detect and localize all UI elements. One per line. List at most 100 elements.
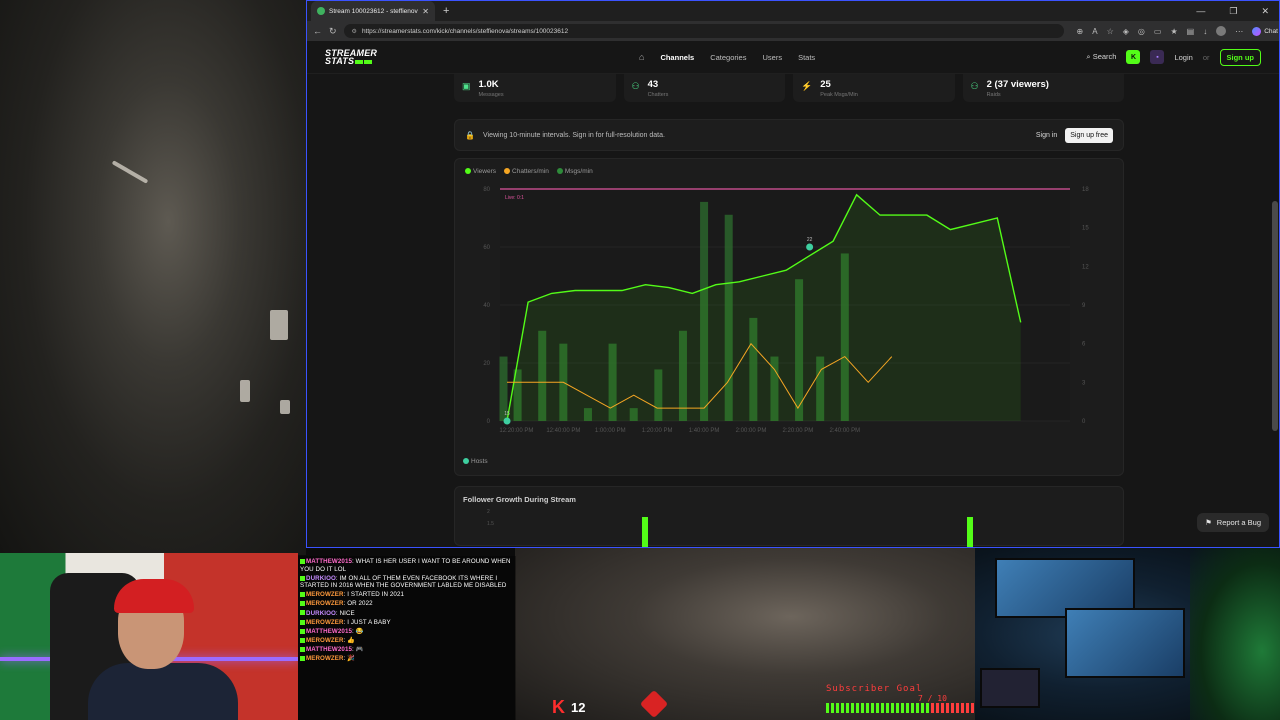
chat-message: MATTHEW2015: 🎮 xyxy=(300,646,514,654)
streamerstats-logo[interactable]: STREAMER STATS xyxy=(325,49,393,66)
chat-badge-icon xyxy=(300,601,305,607)
follower-bar xyxy=(967,517,973,547)
gameplay-feed-left xyxy=(0,0,306,555)
legend-item[interactable]: Chatters/min xyxy=(504,168,549,175)
y2-tick-label: 12 xyxy=(1082,264,1089,270)
y2-tick-label: 0 xyxy=(1082,419,1086,425)
browser-tab[interactable]: Stream 100023612 - steffienova - ✕ xyxy=(311,1,435,21)
browser-toolbar: ⊕ A ☆ ◈ ◎ ▭ ★ ▤ ↓ ⋯ Chat xyxy=(1077,26,1278,36)
lock-icon: 🔒 xyxy=(465,130,475,140)
maximize-icon[interactable]: ❐ xyxy=(1229,6,1237,17)
signup-button[interactable]: Sign up xyxy=(1219,48,1261,66)
x-tick-label: 1:40:00 PM xyxy=(689,428,720,434)
back-icon[interactable]: ← xyxy=(313,26,322,36)
chat-badge-icon xyxy=(300,637,305,643)
kick-platform-icon[interactable]: K xyxy=(1126,50,1141,64)
nav-users[interactable]: Users xyxy=(762,53,782,62)
twitch-platform-icon[interactable]: ▪ xyxy=(1150,50,1165,64)
follower-growth-card: Follower Growth During Stream 2 1.5 xyxy=(454,486,1124,547)
collections-icon[interactable]: ▤ xyxy=(1187,27,1195,36)
goal-segment xyxy=(896,703,899,713)
bolt-icon: ⚡ xyxy=(801,81,813,91)
copilot-chat-button[interactable]: Chat xyxy=(1252,26,1278,36)
chat-message: MEROWZER: OR 2022 xyxy=(300,600,514,608)
page-viewport: STREAMER STATS ⌂ Channels Categories Use… xyxy=(307,41,1279,547)
y2-tick-label: 15 xyxy=(1082,226,1089,232)
notice-signup-button[interactable]: Sign up free xyxy=(1065,127,1113,143)
chat-text: OR 2022 xyxy=(347,600,373,608)
subscriber-goal-bar xyxy=(826,703,974,713)
nav-channels[interactable]: Channels xyxy=(660,53,694,62)
y-tick-label: 0 xyxy=(487,419,491,425)
favorite-star-icon[interactable]: ☆ xyxy=(1107,27,1114,36)
profile-avatar[interactable] xyxy=(1216,26,1227,36)
close-window-icon[interactable]: ✕ xyxy=(1261,6,1269,17)
goal-segment xyxy=(971,703,974,713)
notice-signin-link[interactable]: Sign in xyxy=(1036,132,1057,139)
host-marker xyxy=(503,417,511,425)
chat-username: MEROWZER xyxy=(306,618,344,626)
legend-item[interactable]: Viewers xyxy=(465,168,496,175)
desk-camera xyxy=(975,548,1280,720)
browser-titlebar: Stream 100023612 - steffienova - ✕ + — ❐… xyxy=(307,1,1279,21)
y-tick-label: 80 xyxy=(483,187,490,193)
more-menu-icon[interactable]: ⋯ xyxy=(1235,27,1243,36)
search-button[interactable]: ⌕ Search xyxy=(1086,52,1116,62)
reload-icon[interactable]: ↻ xyxy=(329,26,337,37)
close-tab-icon[interactable]: ✕ xyxy=(422,7,429,16)
bug-icon: ⚑ xyxy=(1205,518,1212,527)
address-bar-row: ← ↻ ⚙ https://streamerstats.com/kick/cha… xyxy=(307,21,1279,41)
x-tick-label: 2:00:00 PM xyxy=(736,428,767,434)
chat-badge-icon xyxy=(300,558,305,564)
refresh-extension-icon[interactable]: ◎ xyxy=(1138,27,1145,36)
follower-bar xyxy=(642,517,648,547)
main-nav: ⌂ Channels Categories Users Stats xyxy=(639,52,815,62)
x-tick-label: 12:40:00 PM xyxy=(546,428,580,434)
chat-username: DURKIOO xyxy=(306,574,336,582)
x-tick-label: 2:40:00 PM xyxy=(829,428,860,434)
home-icon[interactable]: ⌂ xyxy=(639,52,644,62)
site-info-icon[interactable]: ⚙ xyxy=(352,28,357,35)
goal-segment xyxy=(951,703,954,713)
report-bug-button[interactable]: ⚑ Report a Bug xyxy=(1197,513,1269,532)
chat-message: DURKIOO: NICE xyxy=(300,610,514,618)
goal-segment xyxy=(866,703,869,713)
chat-badge-icon xyxy=(300,592,305,598)
read-aloud-icon[interactable]: A xyxy=(1092,27,1097,36)
y-tick-label: 20 xyxy=(483,361,490,367)
goal-segment xyxy=(911,703,914,713)
site-header: STREAMER STATS ⌂ Channels Categories Use… xyxy=(307,41,1279,74)
y2-tick-label: 6 xyxy=(1082,342,1086,348)
chat-badge-icon xyxy=(300,628,305,634)
nav-categories[interactable]: Categories xyxy=(710,53,746,62)
goal-segment xyxy=(956,703,959,713)
viewers-chart[interactable]: 0 20 40 60 80 0 3 6 9 12 15 18 12:20:00 PM 12:40:00 P… xyxy=(455,181,1123,439)
favorites-bar-icon[interactable]: ★ xyxy=(1170,27,1177,36)
minimize-icon[interactable]: — xyxy=(1196,6,1205,17)
zoom-icon[interactable]: ⊕ xyxy=(1077,27,1084,36)
downloads-icon[interactable]: ↓ xyxy=(1203,27,1207,36)
login-link[interactable]: Login xyxy=(1174,53,1192,62)
url-input[interactable]: ⚙ https://streamerstats.com/kick/channel… xyxy=(343,24,1064,38)
goal-segment xyxy=(826,703,829,713)
chat-badge-icon xyxy=(300,619,305,625)
goal-segment xyxy=(871,703,874,713)
chat-message: MEROWZER: 👍 xyxy=(300,637,514,645)
goal-segment xyxy=(881,703,884,713)
chat-username: MATTHEW2015 xyxy=(306,627,353,635)
chat-username: MATTHEW2015 xyxy=(306,645,353,653)
resolution-notice: 🔒 Viewing 10-minute intervals. Sign in f… xyxy=(454,119,1124,151)
legend-item[interactable]: Msgs/min xyxy=(556,168,593,175)
split-screen-icon[interactable]: ▭ xyxy=(1154,27,1162,36)
chat-message: MATTHEW2015: 😂 xyxy=(300,628,514,636)
goal-segment xyxy=(946,703,949,713)
chat-text: 🎉 xyxy=(347,655,356,663)
new-tab-button[interactable]: + xyxy=(443,5,449,17)
chat-text: I JUST A BABY xyxy=(347,618,391,626)
nav-stats[interactable]: Stats xyxy=(798,53,815,62)
chat-text: NICE xyxy=(339,609,355,617)
chat-text: 🎮 xyxy=(355,645,364,653)
page-scrollbar[interactable] xyxy=(1272,201,1278,431)
extension-icon[interactable]: ◈ xyxy=(1123,27,1129,36)
goal-segment xyxy=(961,703,964,713)
